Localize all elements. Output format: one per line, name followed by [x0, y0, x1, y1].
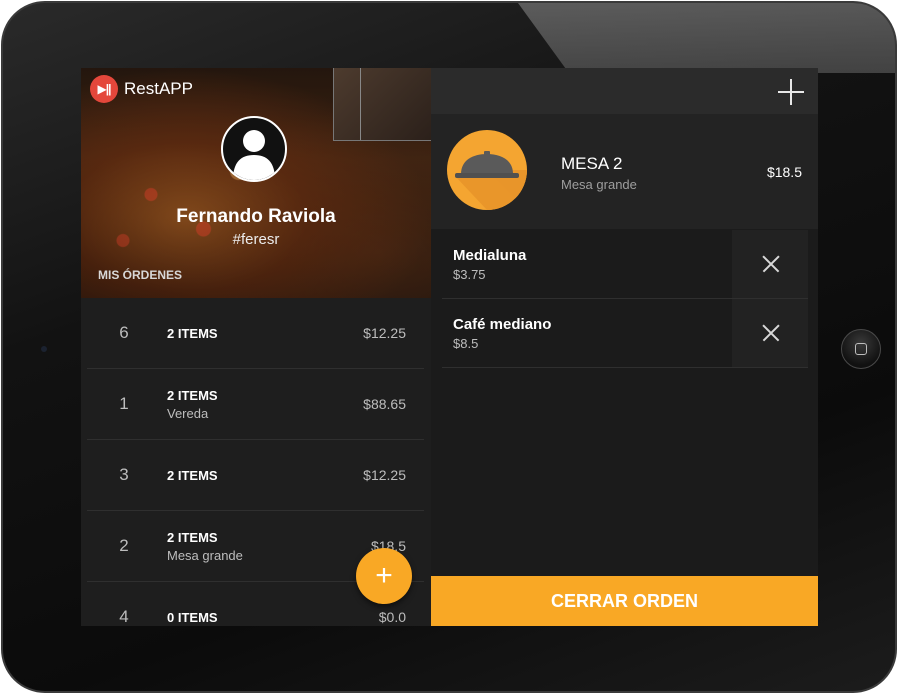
home-icon	[855, 343, 867, 355]
order-item-count: 2 ITEMS	[167, 468, 218, 483]
order-price: $12.25	[363, 325, 406, 341]
order-item-count: 2 ITEMS	[167, 388, 218, 403]
user-name: Fernando Raviola	[176, 206, 336, 227]
list-item[interactable]: Medialuna $3.75	[442, 230, 808, 299]
table-avatar	[447, 130, 527, 210]
order-row[interactable]: 6 2 ITEMS $12.25	[87, 298, 424, 369]
add-item-button[interactable]	[778, 79, 804, 105]
plus-icon: +	[375, 559, 393, 592]
screen-glare	[518, 3, 895, 73]
order-table-name: Vereda	[167, 406, 209, 421]
order-number: 1	[119, 394, 129, 413]
close-order-button[interactable]: CERRAR ORDEN	[431, 576, 818, 626]
order-item-count: 2 ITEMS	[167, 530, 218, 545]
table-card: MESA 2 Mesa grande $18.5	[431, 114, 818, 229]
table-title: MESA 2	[561, 154, 623, 173]
order-number: 2	[119, 536, 129, 555]
item-name: Medialuna	[453, 247, 527, 264]
item-price: $8.5	[453, 336, 479, 351]
remove-item-button[interactable]	[732, 230, 808, 298]
order-row[interactable]: 1 2 ITEMS Vereda $88.65	[87, 369, 424, 440]
section-label-orders: MIS ÓRDENES	[98, 268, 183, 282]
app-screen: ▶|| RestAPP Fernando Raviola #feresr MIS…	[81, 68, 818, 626]
user-avatar[interactable]	[221, 116, 287, 182]
remove-item-button[interactable]	[732, 299, 808, 367]
header-image-thumbnail	[333, 68, 431, 141]
order-number: 3	[119, 465, 129, 484]
item-price: $3.75	[453, 267, 486, 282]
order-number: 6	[119, 323, 129, 342]
user-handle: #feresr	[232, 231, 280, 248]
order-items-list: Medialuna $3.75 Café mediano $8.5	[442, 230, 808, 368]
order-price: $12.25	[363, 467, 406, 483]
order-number: 4	[119, 607, 129, 626]
order-row[interactable]: 3 2 ITEMS $12.25	[87, 440, 424, 511]
app-name: RestAPP	[124, 79, 193, 98]
order-item-count: 2 ITEMS	[167, 326, 218, 341]
detail-toolbar	[431, 68, 818, 114]
profile-header: ▶|| RestAPP Fernando Raviola #feresr MIS…	[81, 68, 431, 298]
item-name: Café mediano	[453, 316, 552, 333]
restapp-logo-icon: ▶||	[90, 75, 118, 103]
order-detail-panel: MESA 2 Mesa grande $18.5 Medialuna $3.75…	[431, 68, 818, 626]
table-total: $18.5	[766, 164, 802, 180]
table-subtitle: Mesa grande	[561, 177, 637, 192]
list-item[interactable]: Café mediano $8.5	[442, 299, 808, 368]
cloche-icon	[455, 151, 527, 210]
person-icon	[233, 130, 275, 180]
app-logo: ▶|| RestAPP	[90, 75, 193, 103]
home-button[interactable]	[841, 329, 881, 369]
order-item-count: 0 ITEMS	[167, 610, 218, 625]
order-price: $88.65	[363, 396, 406, 412]
camera-icon	[41, 346, 47, 352]
orders-panel: ▶|| RestAPP Fernando Raviola #feresr MIS…	[81, 68, 431, 626]
add-order-button[interactable]: +	[356, 548, 412, 604]
order-table-name: Mesa grande	[167, 548, 243, 563]
